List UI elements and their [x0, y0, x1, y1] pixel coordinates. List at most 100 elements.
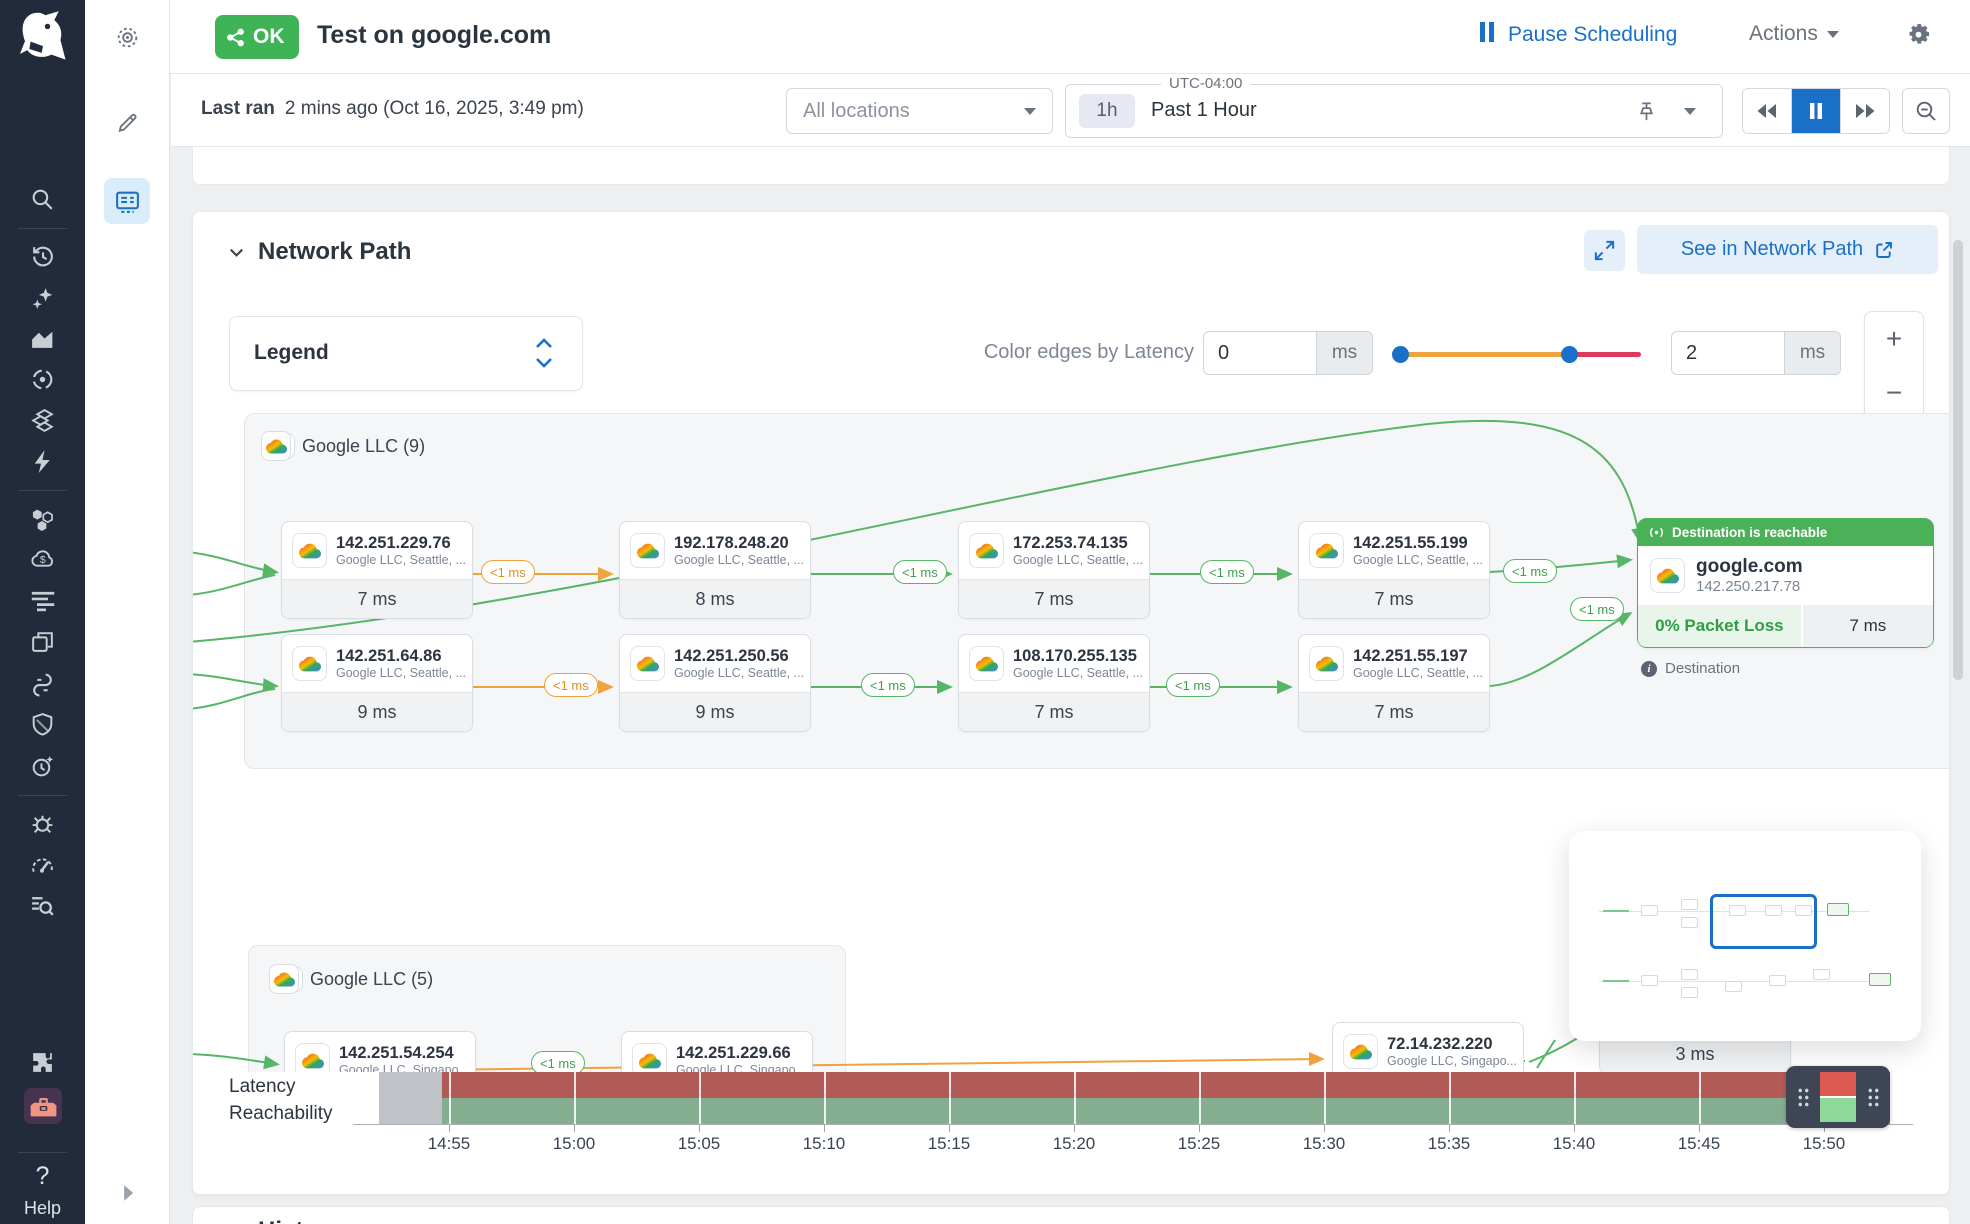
integrations-link-icon[interactable] — [0, 670, 85, 697]
toolbox-icon[interactable] — [0, 1088, 85, 1124]
hop-ip: 142.251.250.56 — [674, 647, 804, 667]
infrastructure-icon[interactable] — [0, 407, 85, 434]
hop-location: Google LLC, Seattle, ... — [674, 553, 804, 567]
hop-node[interactable]: 108.170.255.135Google LLC, Seattle, ... … — [958, 634, 1150, 732]
scrubber-window[interactable] — [1820, 1072, 1856, 1122]
tab-test-details[interactable] — [104, 178, 150, 224]
edge-latency-pill[interactable]: <1 ms — [481, 560, 535, 584]
main-sidebar: $ ? Hel — [0, 0, 85, 1224]
security-shield-icon[interactable] — [0, 711, 85, 738]
minimap-viewport[interactable] — [1710, 894, 1817, 949]
pin-icon[interactable] — [1635, 99, 1658, 124]
dashboards-icon[interactable] — [0, 628, 85, 655]
expand-panel-arrow-icon[interactable] — [85, 1184, 170, 1202]
edge-latency-pill[interactable]: <1 ms — [1503, 559, 1557, 583]
hop-node[interactable]: 142.251.229.76Google LLC, Seattle, ... 7… — [281, 521, 473, 619]
hop-node[interactable]: 142.251.250.56Google LLC, Seattle, ... 9… — [619, 634, 811, 732]
google-cloud-icon — [969, 533, 1004, 568]
timeline-row-label-latency: Latency — [229, 1076, 296, 1098]
gauge-icon[interactable] — [0, 852, 85, 879]
previous-section-card — [192, 147, 1950, 185]
hop-node[interactable]: 142.251.55.197Google LLC, Seattle, ... 7… — [1298, 634, 1490, 732]
search-icon[interactable] — [0, 186, 85, 213]
edge-latency-pill[interactable]: <1 ms — [893, 560, 947, 584]
destination-ip: 142.250.217.78 — [1696, 578, 1803, 595]
hop-ip: 108.170.255.135 — [1013, 647, 1143, 667]
range-shortcut-chip[interactable]: 1h — [1079, 94, 1135, 128]
hop-node[interactable]: 142.251.55.199Google LLC, Seattle, ... 7… — [1298, 521, 1490, 619]
edge-latency-pill[interactable]: <1 ms — [1166, 673, 1220, 697]
sparkles-icon[interactable] — [0, 285, 85, 312]
hop-ip: 142.251.229.76 — [336, 534, 466, 554]
graph-minimap[interactable] — [1569, 831, 1921, 1041]
pause-icon — [1480, 22, 1498, 48]
logs-icon[interactable] — [0, 587, 85, 614]
edge-latency-pill[interactable]: <1 ms — [544, 673, 598, 697]
group-header-google-9[interactable]: Google LLC (9) — [261, 431, 425, 461]
minimap-sketch — [1641, 905, 1658, 916]
actions-dropdown[interactable]: Actions — [1749, 22, 1839, 46]
destination-node[interactable]: Destination is reachable google.com 142.… — [1637, 518, 1934, 648]
destination-latency: 7 ms — [1801, 605, 1933, 647]
integrations-puzzle-icon[interactable] — [0, 1049, 85, 1076]
timeline-axis — [353, 1124, 1913, 1125]
settings-gear-icon[interactable] — [1905, 20, 1932, 47]
bug-icon[interactable] — [0, 810, 85, 837]
scrubber-right-handle[interactable] — [1856, 1066, 1890, 1128]
zoom-out-time-button[interactable] — [1902, 88, 1950, 134]
test-toolbar: Last ran2 mins ago (Oct 16, 2025, 3:49 p… — [171, 74, 1970, 147]
hop-ip: 172.253.74.135 — [1013, 534, 1143, 554]
log-search-icon[interactable] — [0, 892, 85, 919]
step-forward-button[interactable] — [1841, 89, 1889, 133]
step-back-button[interactable] — [1743, 89, 1792, 133]
lightning-icon[interactable] — [0, 448, 85, 475]
hop-node[interactable]: 192.178.248.20Google LLC, Seattle, ... 8… — [619, 521, 811, 619]
timeline-row-label-reachability: Reachability — [229, 1103, 333, 1125]
timeline-bars[interactable] — [379, 1072, 1890, 1124]
minimap-destination-sketch — [1827, 903, 1849, 916]
gridline — [449, 1072, 451, 1124]
group-label: Google LLC (9) — [302, 436, 425, 457]
hop-latency: 7 ms — [1299, 579, 1489, 618]
group-header-google-5[interactable]: Google LLC (5) — [269, 964, 433, 994]
pause-scheduling-button[interactable]: Pause Scheduling — [1480, 22, 1677, 48]
apm-icon[interactable] — [0, 366, 85, 393]
edit-pencil-icon[interactable] — [85, 110, 170, 135]
history-icon[interactable] — [0, 243, 85, 270]
gridline — [1574, 1072, 1576, 1124]
hop-location: Google LLC, Seattle, ... — [1353, 666, 1483, 680]
chevron-down-icon — [1024, 108, 1036, 115]
status-badge[interactable]: OK — [215, 15, 299, 59]
network-path-card: Network Path See in Network Path Legend … — [192, 211, 1950, 1195]
pause-live-button[interactable] — [1792, 89, 1841, 133]
destination-banner: Destination is reachable — [1672, 525, 1827, 540]
datadog-logo-icon[interactable] — [0, 8, 85, 64]
help-label[interactable]: Help — [0, 1198, 85, 1219]
edge-latency-pill[interactable]: <1 ms — [1200, 560, 1254, 584]
google-cloud-group-icon — [269, 964, 299, 994]
page-scrollbar[interactable] — [1953, 240, 1963, 680]
service-hexagons-icon[interactable] — [0, 506, 85, 533]
cloud-cost-icon[interactable]: $ — [0, 546, 85, 573]
edge-latency-pill[interactable]: <1 ms — [1570, 597, 1624, 621]
minimap-sketch — [1681, 899, 1698, 910]
hop-location: Google LLC, Seattle, ... — [674, 666, 804, 680]
google-cloud-icon — [1309, 533, 1344, 568]
hop-latency: 8 ms — [620, 579, 810, 618]
network-test-icon — [225, 27, 246, 48]
metrics-chart-icon[interactable] — [0, 325, 85, 352]
hop-latency: 9 ms — [620, 692, 810, 731]
hop-node[interactable]: 172.253.74.135Google LLC, Seattle, ... 7… — [958, 521, 1150, 619]
locations-select[interactable]: All locations — [786, 88, 1053, 134]
time-playback-controls — [1742, 88, 1890, 134]
synthetics-clock-icon[interactable] — [0, 753, 85, 780]
info-icon: i — [1641, 661, 1657, 677]
hop-node[interactable]: 142.251.64.86Google LLC, Seattle, ... 9 … — [281, 634, 473, 732]
time-range-picker[interactable]: UTC-04:00 1h Past 1 Hour — [1065, 84, 1723, 138]
chevron-down-icon[interactable] — [1684, 108, 1696, 115]
help-icon[interactable]: ? — [0, 1162, 85, 1191]
edge-latency-pill[interactable]: <1 ms — [861, 673, 915, 697]
scrubber-left-handle[interactable] — [1786, 1066, 1820, 1128]
monitor-target-icon[interactable] — [85, 24, 170, 51]
timeline-scrubber[interactable] — [1786, 1066, 1890, 1128]
